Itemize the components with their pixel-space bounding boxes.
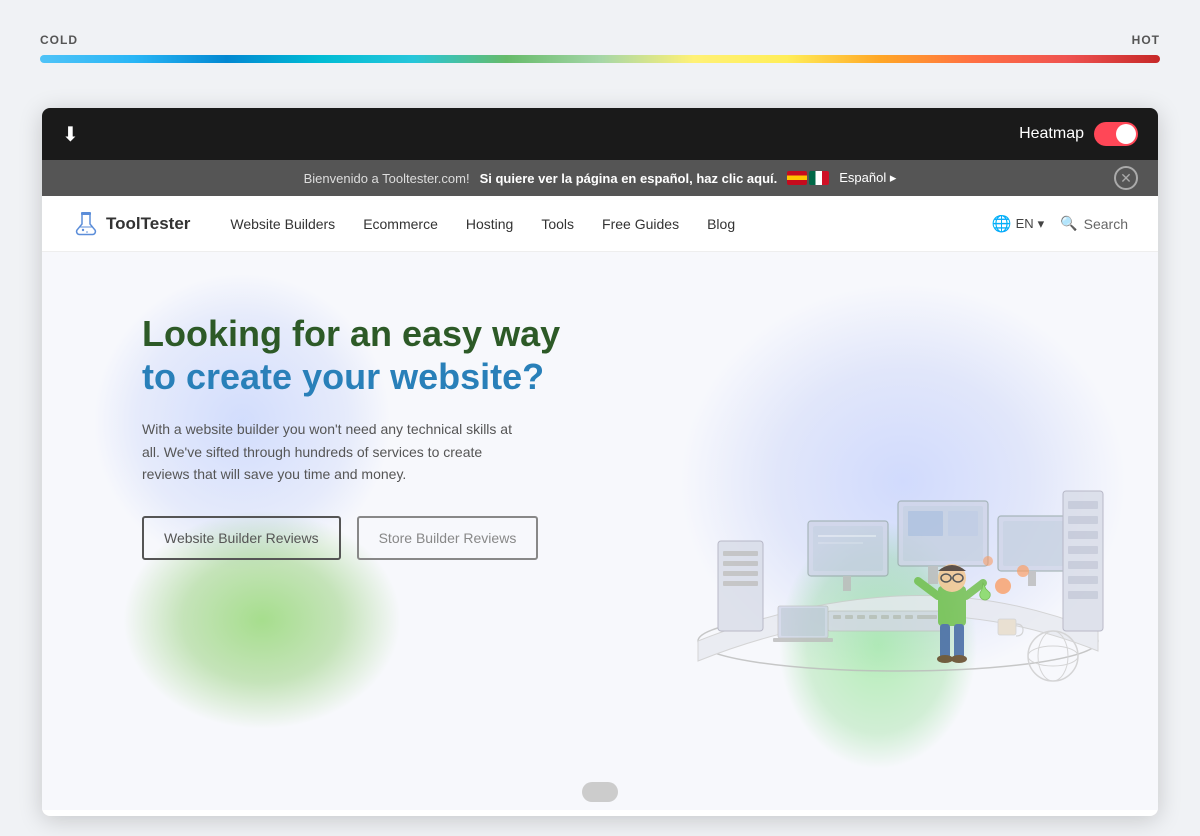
- search-label: Search: [1084, 216, 1128, 232]
- hero-description: With a website builder you won't need an…: [142, 418, 512, 485]
- hero-heading: Looking for an easy way to create your w…: [142, 312, 560, 398]
- close-icon: ✕: [1120, 170, 1132, 187]
- nav-link-tools[interactable]: Tools: [541, 216, 574, 232]
- store-builder-reviews-button[interactable]: Store Builder Reviews: [357, 516, 539, 560]
- nav-links: Website Builders Ecommerce Hosting Tools…: [230, 216, 961, 232]
- notification-text-before: Bienvenido a Tooltester.com!: [304, 171, 470, 186]
- heatmap-bar-container: COLD HOT: [0, 0, 1200, 95]
- nav-actions: 🌐 EN ▾ 🔍 Search: [992, 214, 1128, 234]
- heatmap-labels: COLD HOT: [40, 33, 1160, 47]
- browser-window: ⬇ Heatmap Bienvenido a Tooltester.com! S…: [42, 108, 1158, 816]
- lang-label: EN: [1016, 216, 1034, 231]
- flag-spain-icon: [787, 171, 807, 185]
- chevron-down-icon: ▾: [1038, 216, 1045, 232]
- scroll-indicator[interactable]: [582, 782, 618, 802]
- search-button[interactable]: 🔍 Search: [1060, 215, 1128, 232]
- download-icon[interactable]: ⬇: [62, 122, 79, 147]
- flag-icons: [787, 171, 829, 185]
- search-icon: 🔍: [1060, 215, 1077, 232]
- flag-mexico-icon: [809, 171, 829, 185]
- logo-text: ToolTester: [106, 214, 190, 234]
- heatmap-toggle-area: Heatmap: [1019, 122, 1138, 146]
- desk-illustration-svg: [608, 341, 1108, 721]
- website-builder-reviews-button[interactable]: Website Builder Reviews: [142, 516, 341, 560]
- logo-flask-icon: [72, 210, 100, 238]
- logo[interactable]: ToolTester: [72, 210, 190, 238]
- nav-link-hosting[interactable]: Hosting: [466, 216, 513, 232]
- hero-buttons: Website Builder Reviews Store Builder Re…: [142, 516, 560, 560]
- close-notification-button[interactable]: ✕: [1114, 166, 1138, 190]
- top-bar: ⬇ Heatmap: [42, 108, 1158, 160]
- heatmap-toggle-switch[interactable]: [1094, 122, 1138, 146]
- hot-label: HOT: [1132, 33, 1160, 47]
- hero-heading-line1: Looking for an easy way: [142, 312, 560, 355]
- heatmap-label: Heatmap: [1019, 125, 1084, 143]
- nav-link-ecommerce[interactable]: Ecommerce: [363, 216, 438, 232]
- nav-link-free-guides[interactable]: Free Guides: [602, 216, 679, 232]
- globe-icon: 🌐: [992, 214, 1012, 234]
- cold-label: COLD: [40, 33, 78, 47]
- heatmap-gradient-bar: [40, 55, 1160, 63]
- illustration-area: [598, 252, 1118, 810]
- nav-bar: ToolTester Website Builders Ecommerce Ho…: [42, 196, 1158, 252]
- nav-link-website-builders[interactable]: Website Builders: [230, 216, 335, 232]
- hero-section: Looking for an easy way to create your w…: [42, 252, 1158, 810]
- hero-heading-line2: to create your website?: [142, 355, 560, 398]
- language-selector[interactable]: 🌐 EN ▾: [992, 214, 1045, 234]
- hero-content: Looking for an easy way to create your w…: [142, 312, 560, 560]
- notification-text-bold: Si quiere ver la página en español, haz …: [480, 171, 778, 186]
- espanol-button[interactable]: Español ▸: [839, 170, 896, 186]
- notification-bar: Bienvenido a Tooltester.com! Si quiere v…: [42, 160, 1158, 196]
- nav-link-blog[interactable]: Blog: [707, 216, 735, 232]
